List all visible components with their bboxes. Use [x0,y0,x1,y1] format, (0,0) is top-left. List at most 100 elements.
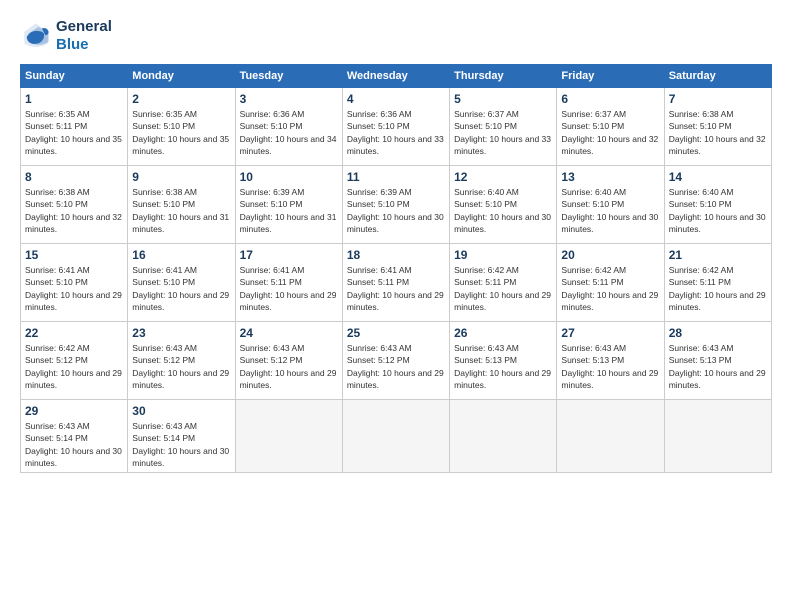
day-number: 1 [25,92,123,106]
day-number: 15 [25,248,123,262]
day-info: Sunrise: 6:42 AM Sunset: 5:11 PM Dayligh… [454,264,552,313]
day-header-wednesday: Wednesday [342,65,449,88]
day-number: 19 [454,248,552,262]
day-header-thursday: Thursday [450,65,557,88]
logo-name-top: General [56,18,112,36]
calendar-cell: 5 Sunrise: 6:37 AM Sunset: 5:10 PM Dayli… [450,88,557,166]
logo: General Blue [20,18,112,54]
day-number: 26 [454,326,552,340]
day-number: 8 [25,170,123,184]
day-header-tuesday: Tuesday [235,65,342,88]
calendar-table: SundayMondayTuesdayWednesdayThursdayFrid… [20,64,772,473]
calendar-cell: 30 Sunrise: 6:43 AM Sunset: 5:14 PM Dayl… [128,400,235,473]
day-number: 21 [669,248,767,262]
day-number: 18 [347,248,445,262]
calendar-cell [235,400,342,473]
day-number: 30 [132,404,230,418]
day-header-monday: Monday [128,65,235,88]
calendar-cell: 16 Sunrise: 6:41 AM Sunset: 5:10 PM Dayl… [128,244,235,322]
calendar-cell: 9 Sunrise: 6:38 AM Sunset: 5:10 PM Dayli… [128,166,235,244]
day-info: Sunrise: 6:43 AM Sunset: 5:13 PM Dayligh… [669,342,767,391]
calendar-week-row: 22 Sunrise: 6:42 AM Sunset: 5:12 PM Dayl… [21,322,772,400]
day-number: 16 [132,248,230,262]
day-number: 5 [454,92,552,106]
calendar-cell: 6 Sunrise: 6:37 AM Sunset: 5:10 PM Dayli… [557,88,664,166]
calendar-cell: 14 Sunrise: 6:40 AM Sunset: 5:10 PM Dayl… [664,166,771,244]
header: General Blue [20,18,772,54]
day-header-saturday: Saturday [664,65,771,88]
day-number: 11 [347,170,445,184]
calendar-cell: 20 Sunrise: 6:42 AM Sunset: 5:11 PM Dayl… [557,244,664,322]
day-info: Sunrise: 6:40 AM Sunset: 5:10 PM Dayligh… [669,186,767,235]
day-number: 3 [240,92,338,106]
day-info: Sunrise: 6:36 AM Sunset: 5:10 PM Dayligh… [240,108,338,157]
day-header-sunday: Sunday [21,65,128,88]
day-number: 14 [669,170,767,184]
calendar-cell: 11 Sunrise: 6:39 AM Sunset: 5:10 PM Dayl… [342,166,449,244]
calendar-cell [664,400,771,473]
day-number: 27 [561,326,659,340]
day-info: Sunrise: 6:37 AM Sunset: 5:10 PM Dayligh… [561,108,659,157]
day-info: Sunrise: 6:41 AM Sunset: 5:11 PM Dayligh… [240,264,338,313]
day-number: 7 [669,92,767,106]
day-number: 9 [132,170,230,184]
calendar-week-row: 1 Sunrise: 6:35 AM Sunset: 5:11 PM Dayli… [21,88,772,166]
day-info: Sunrise: 6:39 AM Sunset: 5:10 PM Dayligh… [240,186,338,235]
calendar-cell: 10 Sunrise: 6:39 AM Sunset: 5:10 PM Dayl… [235,166,342,244]
calendar-cell: 17 Sunrise: 6:41 AM Sunset: 5:11 PM Dayl… [235,244,342,322]
day-info: Sunrise: 6:43 AM Sunset: 5:13 PM Dayligh… [561,342,659,391]
day-number: 29 [25,404,123,418]
day-info: Sunrise: 6:41 AM Sunset: 5:10 PM Dayligh… [132,264,230,313]
day-info: Sunrise: 6:37 AM Sunset: 5:10 PM Dayligh… [454,108,552,157]
calendar-cell: 21 Sunrise: 6:42 AM Sunset: 5:11 PM Dayl… [664,244,771,322]
day-info: Sunrise: 6:42 AM Sunset: 5:12 PM Dayligh… [25,342,123,391]
calendar-header-row: SundayMondayTuesdayWednesdayThursdayFrid… [21,65,772,88]
calendar-cell: 29 Sunrise: 6:43 AM Sunset: 5:14 PM Dayl… [21,400,128,473]
logo-icon [20,20,52,52]
day-number: 20 [561,248,659,262]
day-info: Sunrise: 6:38 AM Sunset: 5:10 PM Dayligh… [669,108,767,157]
calendar-cell: 2 Sunrise: 6:35 AM Sunset: 5:10 PM Dayli… [128,88,235,166]
day-number: 2 [132,92,230,106]
day-number: 10 [240,170,338,184]
calendar-cell: 8 Sunrise: 6:38 AM Sunset: 5:10 PM Dayli… [21,166,128,244]
day-info: Sunrise: 6:43 AM Sunset: 5:14 PM Dayligh… [132,420,230,469]
calendar-cell: 27 Sunrise: 6:43 AM Sunset: 5:13 PM Dayl… [557,322,664,400]
calendar-week-row: 8 Sunrise: 6:38 AM Sunset: 5:10 PM Dayli… [21,166,772,244]
calendar-week-row: 15 Sunrise: 6:41 AM Sunset: 5:10 PM Dayl… [21,244,772,322]
day-info: Sunrise: 6:35 AM Sunset: 5:10 PM Dayligh… [132,108,230,157]
calendar-cell: 26 Sunrise: 6:43 AM Sunset: 5:13 PM Dayl… [450,322,557,400]
calendar-cell: 13 Sunrise: 6:40 AM Sunset: 5:10 PM Dayl… [557,166,664,244]
calendar-cell: 23 Sunrise: 6:43 AM Sunset: 5:12 PM Dayl… [128,322,235,400]
calendar-cell: 28 Sunrise: 6:43 AM Sunset: 5:13 PM Dayl… [664,322,771,400]
day-info: Sunrise: 6:40 AM Sunset: 5:10 PM Dayligh… [454,186,552,235]
day-info: Sunrise: 6:42 AM Sunset: 5:11 PM Dayligh… [561,264,659,313]
day-info: Sunrise: 6:38 AM Sunset: 5:10 PM Dayligh… [25,186,123,235]
day-info: Sunrise: 6:41 AM Sunset: 5:10 PM Dayligh… [25,264,123,313]
calendar-cell: 22 Sunrise: 6:42 AM Sunset: 5:12 PM Dayl… [21,322,128,400]
day-number: 12 [454,170,552,184]
day-info: Sunrise: 6:41 AM Sunset: 5:11 PM Dayligh… [347,264,445,313]
day-header-friday: Friday [557,65,664,88]
calendar-cell: 7 Sunrise: 6:38 AM Sunset: 5:10 PM Dayli… [664,88,771,166]
day-info: Sunrise: 6:36 AM Sunset: 5:10 PM Dayligh… [347,108,445,157]
day-info: Sunrise: 6:42 AM Sunset: 5:11 PM Dayligh… [669,264,767,313]
day-info: Sunrise: 6:43 AM Sunset: 5:14 PM Dayligh… [25,420,123,469]
calendar-cell [557,400,664,473]
day-info: Sunrise: 6:43 AM Sunset: 5:12 PM Dayligh… [132,342,230,391]
day-info: Sunrise: 6:39 AM Sunset: 5:10 PM Dayligh… [347,186,445,235]
day-number: 17 [240,248,338,262]
calendar-cell: 15 Sunrise: 6:41 AM Sunset: 5:10 PM Dayl… [21,244,128,322]
day-number: 6 [561,92,659,106]
calendar-cell: 1 Sunrise: 6:35 AM Sunset: 5:11 PM Dayli… [21,88,128,166]
day-number: 13 [561,170,659,184]
calendar-cell: 24 Sunrise: 6:43 AM Sunset: 5:12 PM Dayl… [235,322,342,400]
calendar-week-row: 29 Sunrise: 6:43 AM Sunset: 5:14 PM Dayl… [21,400,772,473]
day-number: 28 [669,326,767,340]
calendar-cell: 4 Sunrise: 6:36 AM Sunset: 5:10 PM Dayli… [342,88,449,166]
calendar-cell [450,400,557,473]
calendar-cell [342,400,449,473]
day-info: Sunrise: 6:35 AM Sunset: 5:11 PM Dayligh… [25,108,123,157]
calendar-cell: 25 Sunrise: 6:43 AM Sunset: 5:12 PM Dayl… [342,322,449,400]
page: General Blue SundayMondayTuesdayWednesda… [0,0,792,612]
